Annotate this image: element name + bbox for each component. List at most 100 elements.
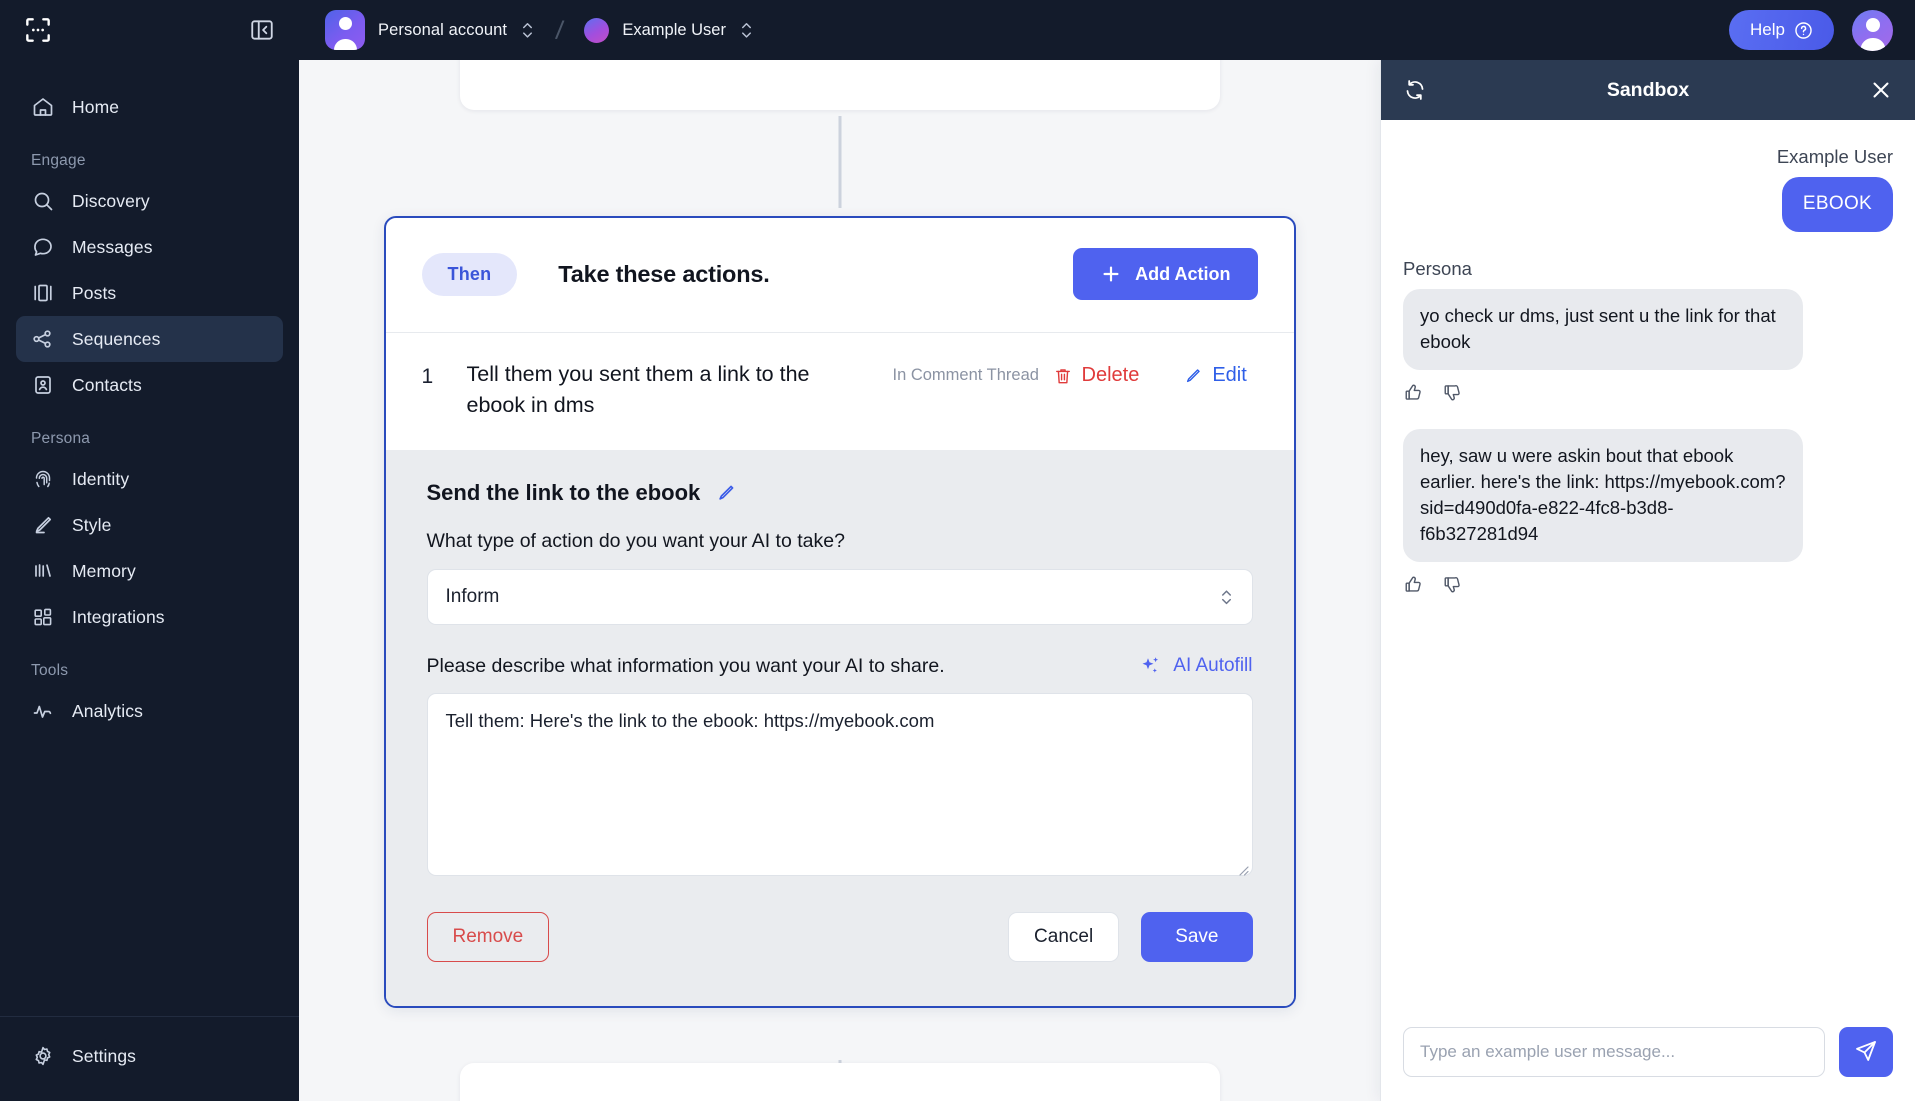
ai-autofill-button[interactable]: AI Autofill xyxy=(1138,654,1253,678)
edit-panel-title-row: Send the link to the ebook xyxy=(427,480,1253,506)
sidebar-item-identity[interactable]: Identity xyxy=(16,456,283,502)
refresh-icon[interactable] xyxy=(1403,78,1427,102)
user-avatar-icon[interactable] xyxy=(1852,9,1893,51)
sequences-icon xyxy=(31,327,55,351)
sidebar-item-memory-label: Memory xyxy=(72,560,136,581)
app-root: Personal account / Example User Help Hom… xyxy=(0,0,1915,1101)
edit-panel-button-row: Remove Cancel Save xyxy=(426,912,1253,963)
search-icon xyxy=(31,189,55,213)
message-user: Example User EBOOK xyxy=(1403,146,1893,232)
connector-line-top xyxy=(838,116,841,208)
chat-bubble-icon xyxy=(31,235,55,259)
card-title: Take these actions. xyxy=(558,260,770,287)
sidebar-item-integrations-label: Integrations xyxy=(72,606,165,627)
ai-autofill-label: AI Autofill xyxy=(1173,655,1253,677)
resize-handle-icon[interactable] xyxy=(1236,859,1249,876)
sidebar-group-tools: Tools xyxy=(31,662,69,679)
action-type-select[interactable]: Inform xyxy=(426,569,1253,626)
chevron-updown-icon xyxy=(1219,587,1234,608)
sidebar-item-home[interactable]: Home xyxy=(16,84,283,130)
message-sender: Persona xyxy=(1403,257,1472,279)
send-button[interactable] xyxy=(1839,1027,1893,1077)
describe-label-row: Please describe what information you wan… xyxy=(427,654,1253,678)
edit-action-button[interactable]: Edit xyxy=(1183,359,1247,387)
persona-chevron-updown-icon[interactable] xyxy=(739,20,754,41)
sandbox-header: Sandbox xyxy=(1381,60,1915,120)
persona-name: Example User xyxy=(622,20,726,39)
sidebar-item-contacts[interactable]: Contacts xyxy=(16,362,283,408)
previous-step-card[interactable] xyxy=(459,60,1220,110)
account-chevron-updown-icon[interactable] xyxy=(520,20,535,41)
help-button[interactable]: Help xyxy=(1729,10,1834,50)
next-step-card[interactable] xyxy=(459,1063,1220,1101)
action-row: 1 Tell them you sent them a link to the … xyxy=(385,332,1294,450)
sidebar-item-discovery[interactable]: Discovery xyxy=(16,178,283,224)
edit-panel-title: Send the link to the ebook xyxy=(426,480,701,506)
pencil-icon xyxy=(31,513,55,537)
close-icon[interactable] xyxy=(1869,78,1893,102)
delete-action-label: Delete xyxy=(1081,364,1140,386)
add-action-button[interactable]: Add Action xyxy=(1073,248,1258,300)
action-channel-label: In Comment Thread xyxy=(892,366,1039,384)
pencil-icon xyxy=(1183,366,1203,386)
help-label: Help xyxy=(1750,20,1785,39)
sandbox-composer xyxy=(1381,1009,1915,1101)
account-avatar-icon xyxy=(325,10,365,50)
sidebar-item-analytics[interactable]: Analytics xyxy=(16,688,283,734)
sidebar-footer: Settings xyxy=(0,1016,299,1101)
describe-label: Please describe what information you wan… xyxy=(426,654,945,677)
sidebar-item-memory[interactable]: Memory xyxy=(16,548,283,594)
message-bubble: yo check ur dms, just sent u the link fo… xyxy=(1403,288,1803,370)
sandbox-conversation: Example User EBOOK Persona yo check ur d… xyxy=(1381,120,1915,1009)
bars-icon xyxy=(31,559,55,583)
description-textarea[interactable]: Tell them: Here's the link to the ebook:… xyxy=(426,693,1253,877)
question-circle-icon xyxy=(1794,21,1813,40)
sidebar-item-messages-label: Messages xyxy=(72,236,153,257)
collapse-panel-icon[interactable] xyxy=(249,17,275,43)
pulse-icon xyxy=(31,699,55,723)
thumbs-down-icon[interactable] xyxy=(1442,382,1463,403)
blocks-icon xyxy=(31,605,55,629)
sidebar-item-analytics-label: Analytics xyxy=(72,700,143,721)
sidebar-item-home-label: Home xyxy=(72,96,120,117)
sidebar-item-style[interactable]: Style xyxy=(16,502,283,548)
thumbs-down-icon[interactable] xyxy=(1442,574,1463,595)
then-badge: Then xyxy=(421,252,518,296)
action-edit-panel: Send the link to the ebook What type of … xyxy=(385,450,1294,1007)
sparkle-icon xyxy=(1138,654,1162,678)
trash-icon xyxy=(1053,366,1073,386)
sidebar-item-integrations[interactable]: Integrations xyxy=(16,594,283,640)
message-sender: Example User xyxy=(1776,146,1893,167)
edit-action-label: Edit xyxy=(1212,364,1247,386)
thumbs-up-icon[interactable] xyxy=(1403,382,1424,403)
sidebar-item-posts[interactable]: Posts xyxy=(16,270,283,316)
thumbs-up-icon[interactable] xyxy=(1403,574,1424,595)
message-reactions xyxy=(1403,382,1893,403)
remove-button[interactable]: Remove xyxy=(426,912,550,963)
fingerprint-icon xyxy=(31,467,55,491)
save-button[interactable]: Save xyxy=(1141,912,1253,963)
cancel-button[interactable]: Cancel xyxy=(1008,912,1120,963)
main-canvas: Then Take these actions. Add Action 1 Te… xyxy=(299,60,1380,1101)
sidebar-item-style-label: Style xyxy=(72,514,112,535)
sidebar-item-sequences[interactable]: Sequences xyxy=(16,316,283,362)
message-reactions xyxy=(1403,574,1893,595)
account-switcher[interactable]: Personal account / Example User xyxy=(299,10,754,50)
delete-action-button[interactable]: Delete xyxy=(1053,359,1140,387)
sidebar-item-messages[interactable]: Messages xyxy=(16,224,283,270)
contact-card-icon xyxy=(31,373,55,397)
posts-icon xyxy=(31,281,55,305)
sidebar-item-identity-label: Identity xyxy=(72,468,130,489)
sidebar-item-contacts-label: Contacts xyxy=(72,374,142,395)
app-logo-icon xyxy=(22,14,54,46)
body-row: Home Engage Discovery Messages Posts Seq… xyxy=(0,60,1915,1101)
sidebar-item-settings[interactable]: Settings xyxy=(16,1033,283,1079)
action-type-label: What type of action do you want your AI … xyxy=(426,530,845,553)
topbar-right: Help xyxy=(1729,9,1915,51)
sandbox-message-input[interactable] xyxy=(1403,1027,1825,1077)
sidebar-group-persona: Persona xyxy=(31,430,91,447)
account-name: Personal account xyxy=(378,20,508,39)
rename-pencil-icon[interactable] xyxy=(715,482,737,504)
action-description: Tell them you sent them a link to the eb… xyxy=(466,362,810,417)
